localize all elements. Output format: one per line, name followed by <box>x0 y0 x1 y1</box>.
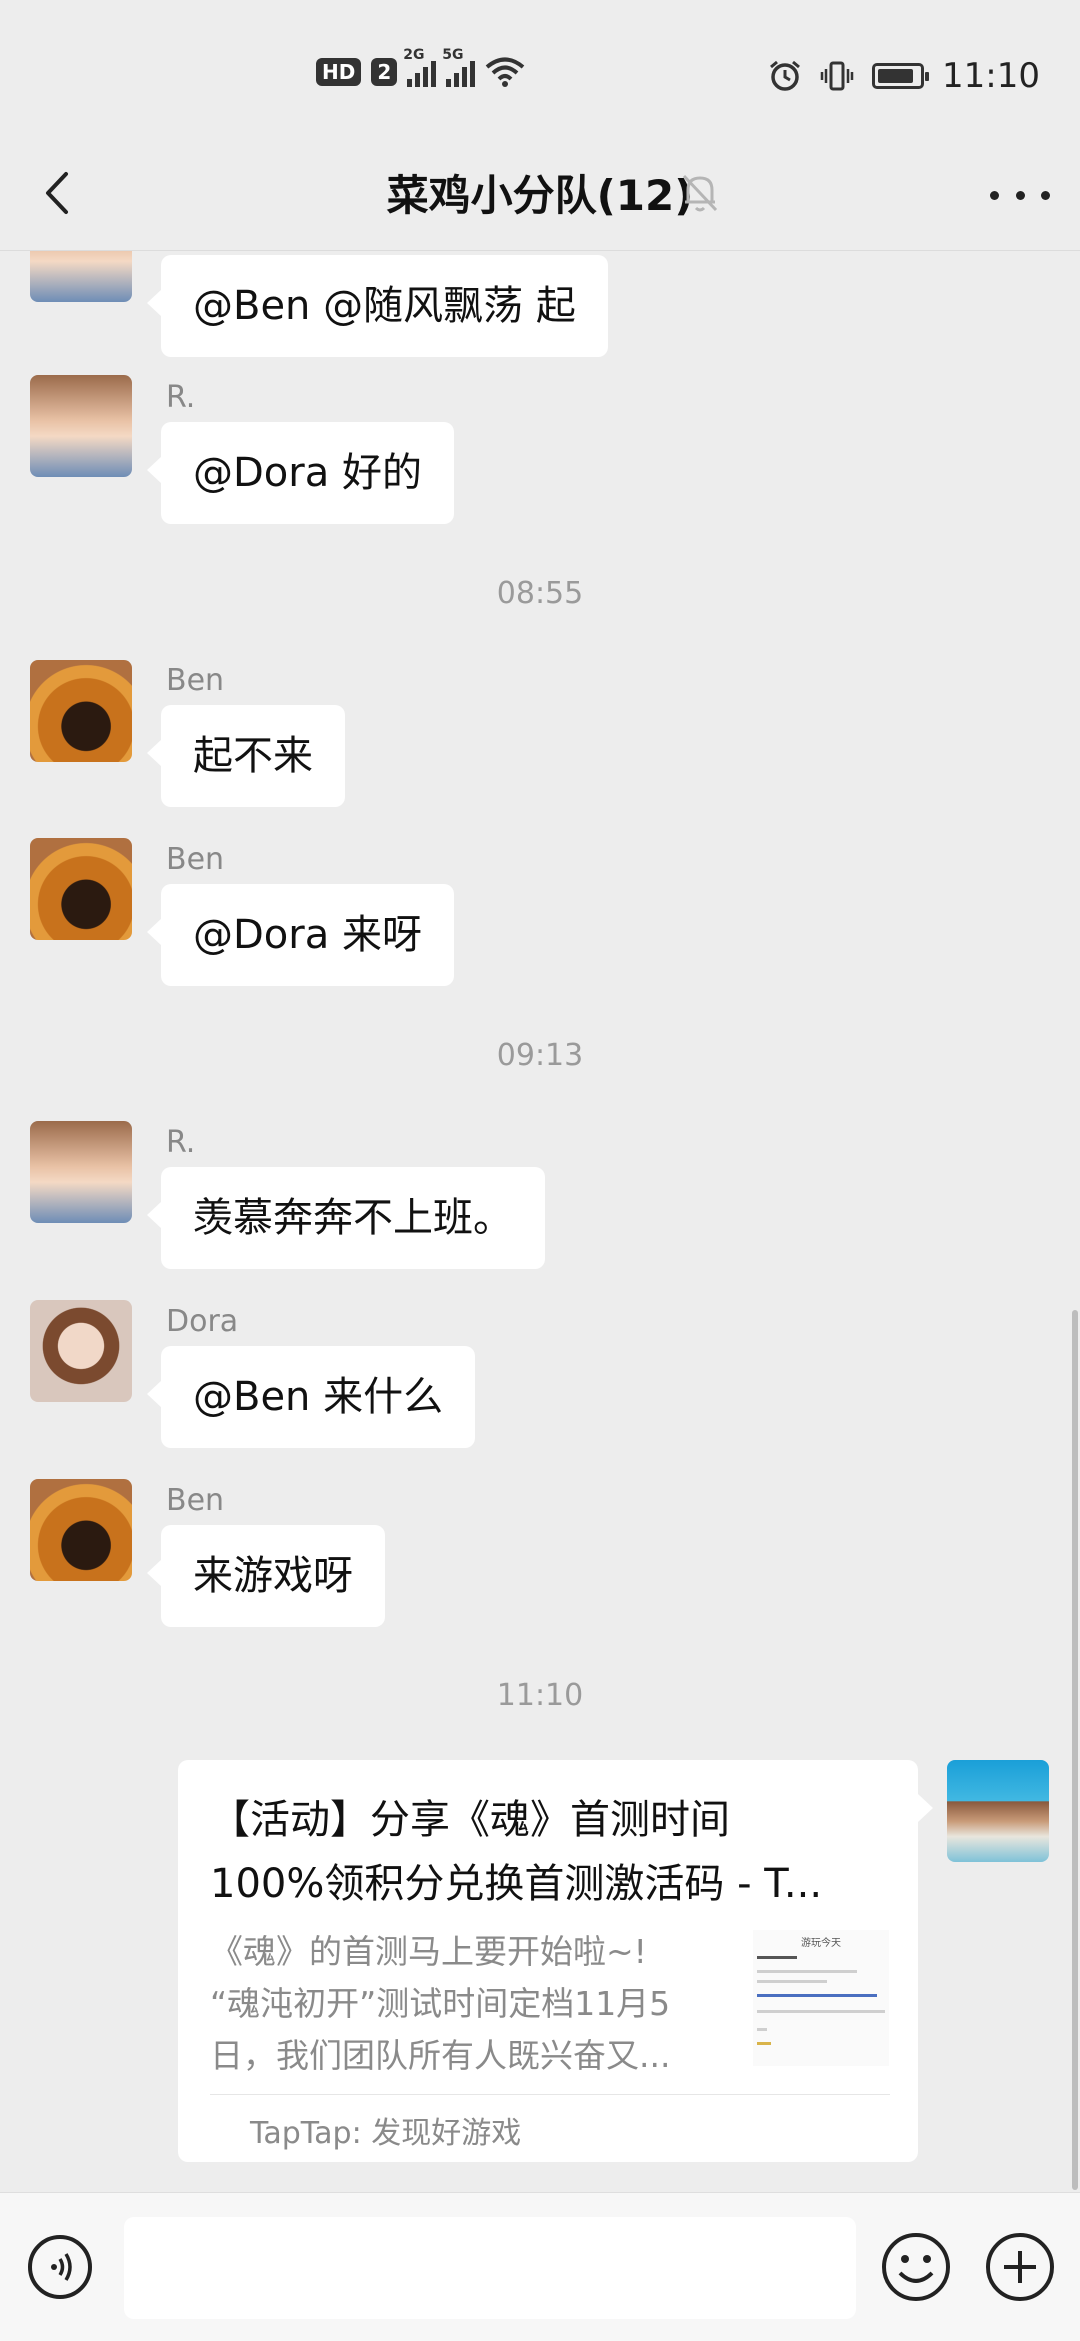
signal-label: 2G <box>403 47 425 63</box>
shared-link-card[interactable]: 【活动】分享《魂》首测时间 100%领积分兑换首测激活码 - T... 《魂》的… <box>178 1760 933 2162</box>
signal-icon-2: 5G <box>442 47 476 87</box>
scrollbar[interactable] <box>1072 1310 1078 2190</box>
signal-icon: 2G <box>403 47 437 87</box>
sender-name: R. <box>166 380 196 415</box>
status-left: HD 2 2G 5G <box>316 47 525 88</box>
timestamp: 09:13 <box>496 1038 584 1073</box>
voice-icon <box>51 2253 72 2281</box>
wifi-icon <box>485 57 525 87</box>
voice-button[interactable] <box>28 2235 92 2299</box>
message-list[interactable]: @Ben @随风飘荡 起 R. @Dora 好的 08:55 Ben 起不来 B… <box>0 250 1080 2192</box>
card-title-line: 100%领积分兑换首测激活码 - T... <box>210 1861 823 1907</box>
avatar[interactable] <box>30 375 132 477</box>
chat-title: 菜鸡小分队(12) <box>386 171 694 220</box>
card-description: 《魂》的首测马上要开始啦~! “魂沌初开”测试时间定档11月5 日，我们团队所有… <box>210 1926 740 2082</box>
message-input[interactable] <box>124 2217 856 2319</box>
plus-circle-icon[interactable] <box>984 2231 1056 2303</box>
timestamp: 11:10 <box>496 1678 584 1713</box>
card-desc-line: 日，我们团队所有人既兴奋又... <box>210 2036 671 2075</box>
sender-name: Ben <box>166 842 225 877</box>
sim-badge: 2 <box>371 58 398 86</box>
card-title: 【活动】分享《魂》首测时间 100%领积分兑换首测激活码 - T... <box>210 1788 890 1916</box>
status-time: 11:10 <box>942 56 1040 96</box>
sender-name: Dora <box>166 1304 239 1339</box>
battery-icon <box>872 63 930 89</box>
my-avatar[interactable] <box>947 1760 1049 1862</box>
card-desc-line: 《魂》的首测马上要开始啦~! <box>210 1932 647 1971</box>
message-bubble[interactable]: @Dora 好的 <box>147 422 454 524</box>
thumbnail-title: 游玩今天 <box>801 1938 841 1949</box>
emoji-icon[interactable] <box>880 2231 952 2303</box>
avatar[interactable] <box>30 250 132 302</box>
card-desc-line: “魂沌初开”测试时间定档11月5 <box>210 1984 671 2023</box>
vibrate-icon <box>820 61 854 91</box>
input-bar <box>0 2192 1080 2341</box>
message-bubble[interactable]: @Ben @随风飘荡 起 <box>147 255 608 357</box>
hd-badge: HD <box>316 58 362 86</box>
message-bubble[interactable]: 来游戏呀 <box>147 1525 385 1627</box>
avatar[interactable] <box>30 1121 132 1223</box>
signal-label-2: 5G <box>442 47 464 63</box>
card-divider <box>210 2094 890 2095</box>
alarm-icon <box>770 60 800 91</box>
message-bubble[interactable]: @Ben 来什么 <box>146 1346 476 1448</box>
avatar[interactable] <box>30 1479 132 1581</box>
timestamp: 08:55 <box>496 576 584 611</box>
message-bubble[interactable]: 起不来 <box>147 705 345 807</box>
message-bubble[interactable]: 羡慕奔奔不上班。 <box>147 1167 545 1269</box>
bell-off-icon <box>682 174 718 212</box>
status-right: 11:10 <box>768 56 1040 96</box>
sender-name: R. <box>166 1125 196 1160</box>
sender-name: Ben <box>166 663 225 698</box>
card-title-line: 【活动】分享《魂》首测时间 <box>210 1797 730 1843</box>
battery-fill <box>878 69 914 83</box>
message-bubble[interactable]: @Dora 来呀 <box>147 884 454 986</box>
avatar[interactable] <box>30 1300 132 1402</box>
chat-header: 菜鸡小分队(12) <box>0 140 1080 251</box>
avatar[interactable] <box>30 660 132 762</box>
more-button[interactable] <box>990 170 1050 220</box>
ellipsis-icon <box>990 190 999 200</box>
avatar[interactable] <box>30 838 132 940</box>
status-bar: HD 2 2G 5G 11:10 <box>0 0 1080 150</box>
card-source: TapTap: 发现好游戏 <box>250 2116 522 2151</box>
sender-name: Ben <box>166 1483 225 1518</box>
card-thumbnail: 游玩今天 <box>753 1930 889 2066</box>
